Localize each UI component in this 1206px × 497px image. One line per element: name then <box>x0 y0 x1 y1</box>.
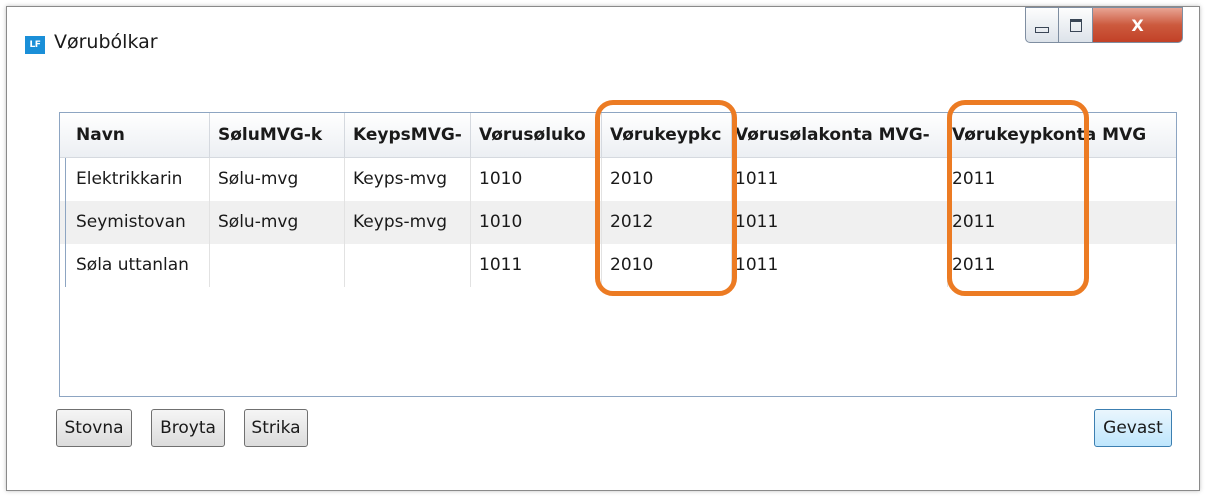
table-cell[interactable]: Keyps-mvg <box>345 201 471 244</box>
table-cell[interactable]: 1011 <box>471 244 602 287</box>
row-header[interactable] <box>60 158 66 201</box>
column-header-navn[interactable]: Navn <box>68 113 210 157</box>
table-cell[interactable]: 1011 <box>732 201 948 244</box>
row-header[interactable] <box>60 244 66 287</box>
minimize-button[interactable] <box>1025 7 1059 43</box>
window-title: Vørubólkar <box>54 31 158 53</box>
app-icon: LF <box>25 36 45 54</box>
row-header[interactable] <box>60 201 66 244</box>
table-cell[interactable]: Keyps-mvg <box>345 158 471 201</box>
column-header-salesaccount-vat[interactable]: Vørusølakonta MVG- <box>732 113 948 157</box>
table-cell[interactable]: 1010 <box>471 158 602 201</box>
column-header-salesvat[interactable]: SøluMVG-k <box>210 113 345 157</box>
close-button[interactable]: X <box>1093 7 1183 43</box>
title-bar[interactable]: LF Vørubólkar X <box>7 7 1199 67</box>
table-cell[interactable]: Sølu-mvg <box>210 158 345 201</box>
annotation-highlight-purchaseaccount-vat <box>947 100 1089 296</box>
delete-button[interactable]: Strika <box>244 409 308 447</box>
column-header-purchasevat[interactable]: KeypsMVG- <box>345 113 471 157</box>
window-controls: X <box>1025 7 1183 43</box>
column-header-salesaccount[interactable]: Vørusøluko <box>471 113 602 157</box>
annotation-highlight-purchaseaccount <box>595 100 737 296</box>
table-cell[interactable]: 1011 <box>732 158 948 201</box>
table-cell[interactable]: Seymistovan <box>68 201 210 244</box>
maximize-button[interactable] <box>1059 7 1093 43</box>
table-cell[interactable]: Søla uttanlan <box>68 244 210 287</box>
table-cell[interactable]: 1010 <box>471 201 602 244</box>
table-cell[interactable]: Sølu-mvg <box>210 201 345 244</box>
table-cell[interactable]: Elektrikkarin <box>68 158 210 201</box>
edit-button[interactable]: Broyta <box>151 409 225 447</box>
table-cell[interactable] <box>210 244 345 287</box>
save-button[interactable]: Gevast <box>1094 409 1172 447</box>
table-cell[interactable] <box>345 244 471 287</box>
minimize-icon <box>1035 27 1049 33</box>
table-cell[interactable]: 1011 <box>732 244 948 287</box>
new-button[interactable]: Stovna <box>56 409 132 447</box>
close-icon: X <box>1131 15 1144 35</box>
maximize-icon <box>1069 18 1082 32</box>
